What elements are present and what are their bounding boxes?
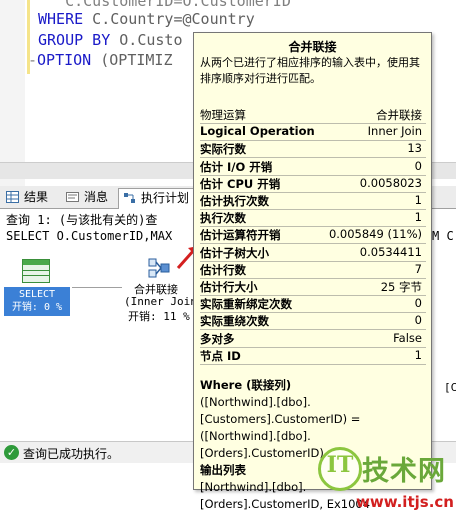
tooltip-where-title: Where (联接列) [200,378,292,392]
plan-right-fragment: [C [444,381,456,394]
property-name: 实际行数 [200,142,246,157]
success-check-icon: ✓ [4,445,19,460]
tab-messages[interactable]: 消息 [62,188,114,207]
select-table-icon [22,259,50,283]
plan-connector [72,287,122,288]
watermark-logo-icon: IT [318,447,362,491]
tooltip-property-row: 物理运算 合并联接 [200,106,426,124]
editor-gutter [0,0,25,186]
execution-plan-icon [124,193,135,203]
tooltip-property-row: 估计子树大小 0.0534411 [200,244,426,262]
tooltip-property-row: 估计执行次数 1 [200,192,426,210]
property-value: False [393,330,422,345]
tab-messages-label: 消息 [84,190,109,204]
tooltip-property-row: 多对多 False [200,330,426,348]
tooltip-property-row: 实际重绕次数 0 [200,312,426,331]
property-value: 1 [414,210,422,225]
query-text: SELECT O.CustomerID,MAX [6,229,173,243]
tooltip-property-row: 执行次数 1 [200,209,426,228]
property-value: 13 [407,141,422,156]
code-line-where: WHERE C.Country=@Country [38,10,255,28]
property-value: 0.0534411 [359,244,422,259]
merge-join-sub: (Inner Join [124,295,197,308]
merge-join-icon[interactable] [147,256,171,280]
property-value: 0.005849 (11%) [328,227,422,242]
tooltip-property-row: 估计 CPU 开销 0.0058023 [200,175,426,193]
message-icon [66,192,79,202]
property-value: 合并联接 [376,108,422,122]
property-name: 实际重新绑定次数 [200,297,292,312]
tab-results[interactable]: 结果 [2,188,54,207]
tooltip-property-row: 估计运算符开销 0.005849 (11%) [200,226,426,245]
tooltip-title: 合并联接 [288,40,337,54]
site-watermark: IT 技术网 www.itjs.cn [318,447,454,519]
grid-icon [6,191,19,203]
property-value: 25 字节 [380,280,422,294]
tooltip-property-row: 实际行数 13 [200,140,426,159]
tooltip-property-row: 估计行数 7 [200,261,426,279]
code-line-option: -OPTION (OPTIMIZ [28,51,173,69]
property-name: 估计行数 [200,262,246,277]
property-name: 估计 I/O 开销 [200,159,273,174]
tab-results-label: 结果 [24,190,49,204]
watermark-logo-text: IT [326,452,354,478]
property-name: 估计执行次数 [200,194,269,208]
watermark-url: www.itjs.cn [356,493,454,511]
property-value: 1 [414,347,422,362]
property-name: 估计行大小 [200,280,258,294]
tooltip-property-row: 实际重新绑定次数 0 [200,295,426,314]
merge-join-cost: 开销: 11 % [128,310,190,323]
select-node[interactable]: SELECT 开销: 0 % [4,287,70,316]
tooltip-property-row: 估计 I/O 开销 0 [200,158,426,176]
property-name: 多对多 [200,331,235,346]
tooltip-property-row: Logical Operation Inner Join [200,123,426,142]
tooltip-output-title: 输出列表 [200,463,246,477]
property-value: 0 [414,313,422,328]
property-name: 物理运算 [200,108,246,122]
where-line: ([Northwind].[dbo]. [200,395,311,409]
property-name: 估计子树大小 [200,245,269,260]
where-line: [Customers].CustomerID) = [200,412,361,426]
property-value: 0.0058023 [359,175,422,190]
property-name: Logical Operation [200,124,315,139]
property-name: 执行次数 [200,211,246,226]
query-text-right: M C [432,229,454,243]
property-value: 1 [414,193,422,207]
property-value: 0 [414,296,422,311]
status-text: 查询已成功执行。 [23,447,120,461]
property-value: 7 [414,261,422,276]
code-line-group-by: GROUP BY O.Custo [38,31,183,49]
query-header: 查询 1: (与该批有关的)查 [6,213,158,227]
tooltip-property-row: 估计行大小 25 字节 [200,278,426,296]
property-name: 实际重绕次数 [200,314,269,329]
watermark-brand: 技术网 [362,456,446,487]
select-node-cost: 开销: 0 % [11,302,63,313]
property-name: 估计 CPU 开销 [200,176,281,191]
property-value: Inner Join [367,124,422,139]
property-name: 估计运算符开销 [200,228,281,243]
property-name: 节点 ID [200,348,241,363]
select-node-label: SELECT [18,289,56,300]
property-value: 0 [414,158,422,173]
tooltip-description: 从两个已进行了相应排序的输入表中，使用其排序顺序对行进行匹配。 [200,56,420,85]
tab-execution-plan[interactable]: 执行计划 [118,188,197,209]
operator-tooltip: 合并联接 从两个已进行了相应排序的输入表中，使用其排序顺序对行进行匹配。 物理运… [193,32,432,511]
tab-execution-plan-label: 执行计划 [141,191,190,205]
where-line: ([Northwind].[dbo]. [200,429,311,443]
code-line-cut: C.CustomerID=O.CustomerID [38,0,291,10]
tooltip-property-row: 节点 ID 1 [200,347,426,365]
